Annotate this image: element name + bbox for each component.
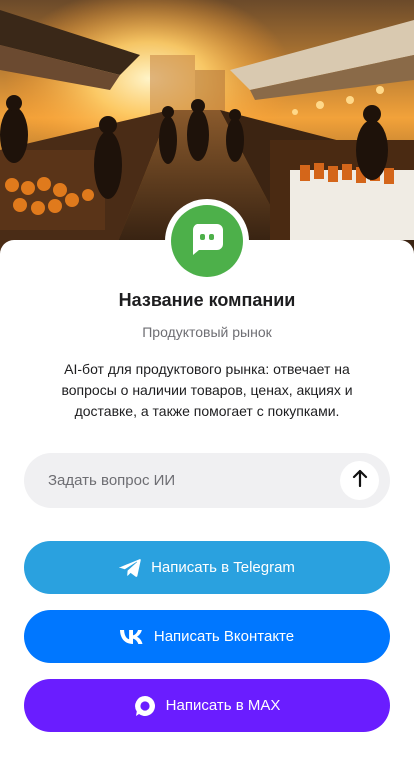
write-max-label: Написать в MAX xyxy=(165,697,281,714)
company-category: Продуктовый рынок xyxy=(142,324,272,340)
ask-ai-field xyxy=(24,453,390,508)
vk-icon xyxy=(119,629,144,644)
chat-bot-icon xyxy=(189,222,225,261)
telegram-icon xyxy=(119,558,141,578)
avatar-circle xyxy=(171,205,243,277)
company-name: Название компании xyxy=(118,290,296,310)
write-telegram-label: Написать в Telegram xyxy=(151,559,295,576)
company-description: AI-бот для продуктового рынка: отвечает … xyxy=(61,361,353,419)
company-avatar xyxy=(165,199,249,283)
send-button[interactable] xyxy=(340,461,379,500)
max-icon xyxy=(134,695,156,717)
write-vk-button[interactable]: Написать Вконтакте xyxy=(24,610,390,663)
write-telegram-button[interactable]: Написать в Telegram xyxy=(24,541,390,594)
write-max-button[interactable]: Написать в MAX xyxy=(24,679,390,732)
write-vk-label: Написать Вконтакте xyxy=(153,628,295,645)
arrow-up-icon xyxy=(352,469,368,492)
ask-ai-input[interactable] xyxy=(48,453,348,508)
